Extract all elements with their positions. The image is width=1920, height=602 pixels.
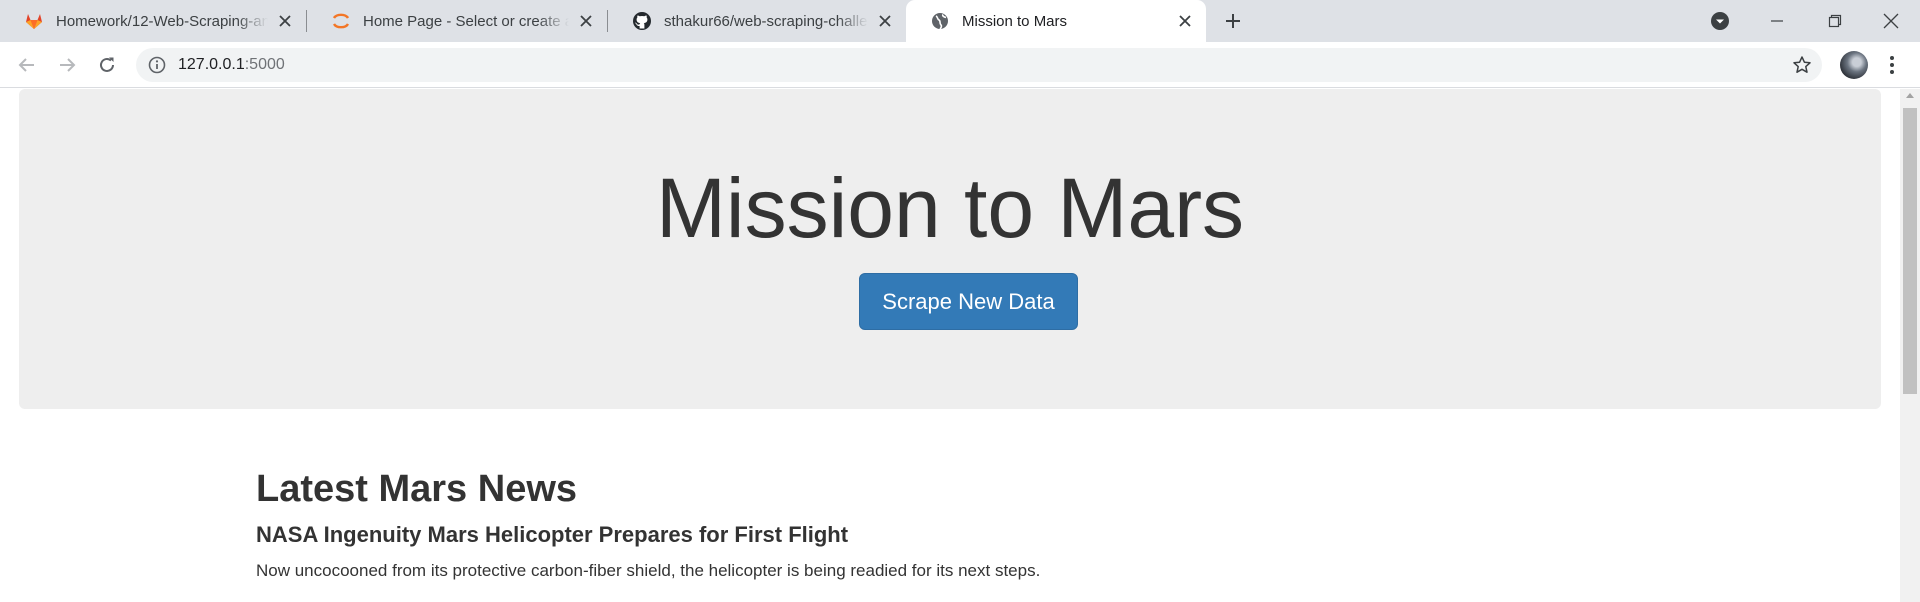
url-host: 127.0.0.1 [178, 56, 245, 73]
news-section-title: Latest Mars News [256, 468, 578, 510]
close-icon[interactable] [874, 10, 896, 32]
scrollbar-thumb[interactable] [1903, 108, 1917, 394]
github-icon [632, 11, 652, 31]
restore-icon [1828, 14, 1842, 28]
reload-button[interactable] [92, 50, 122, 80]
arrow-left-icon [18, 58, 34, 72]
scroll-up-arrow[interactable] [1906, 93, 1914, 98]
menu-button[interactable] [1882, 52, 1902, 78]
browser-tab-strip: Homework/12-Web-Scraping-and-Document-Da… [0, 0, 1920, 42]
close-icon [1883, 13, 1899, 29]
star-icon[interactable] [1792, 55, 1812, 75]
arrow-right-icon [60, 58, 76, 72]
avatar[interactable] [1840, 51, 1868, 79]
tab-gitlab[interactable]: Homework/12-Web-Scraping-and-Document-Da… [0, 0, 306, 42]
chevron-down-icon [1711, 12, 1729, 30]
tab-github[interactable]: sthakur66/web-scraping-challenge [608, 0, 906, 42]
url-port: :5000 [244, 56, 285, 73]
browser-toolbar: 127.0.0.1:5000 [0, 42, 1920, 88]
jumbotron: Mission to Mars Scrape New Data [19, 89, 1881, 409]
close-icon[interactable] [274, 10, 296, 32]
close-icon[interactable] [1174, 10, 1196, 32]
news-section: Latest Mars News NASA Ingenuity Mars Hel… [256, 468, 1656, 581]
url-text: 127.0.0.1:5000 [178, 56, 285, 74]
minimize-icon [1771, 20, 1783, 22]
info-icon[interactable] [148, 56, 166, 74]
page-viewport: Mission to Mars Scrape New Data Latest M… [0, 89, 1900, 602]
jupyter-icon [331, 11, 351, 31]
reload-icon [100, 57, 114, 72]
close-icon[interactable] [575, 10, 597, 32]
more-vert-icon [1890, 56, 1894, 74]
tab-jupyter[interactable]: Home Page - Select or create a notebook [307, 0, 607, 42]
address-bar[interactable]: 127.0.0.1:5000 [136, 48, 1822, 82]
new-tab-button[interactable] [1218, 7, 1248, 35]
tab-title: sthakur66/web-scraping-challenge [664, 12, 868, 30]
forward-button[interactable] [52, 50, 82, 80]
back-button[interactable] [12, 50, 42, 80]
scrape-new-data-button[interactable]: Scrape New Data [859, 273, 1078, 330]
news-teaser: Now uncocooned from its protective carbo… [256, 560, 1041, 580]
tab-search-button[interactable] [1709, 10, 1731, 32]
tab-mission-to-mars[interactable]: Mission to Mars [906, 0, 1206, 42]
plus-icon [1226, 14, 1240, 28]
vertical-scrollbar[interactable] [1900, 89, 1920, 602]
tab-title: Homework/12-Web-Scraping-and-Document-Da… [56, 12, 268, 30]
restore-button[interactable] [1810, 0, 1860, 42]
gitlab-icon [24, 11, 44, 31]
tab-title: Home Page - Select or create a notebook [363, 12, 569, 30]
news-headline: NASA Ingenuity Mars Helicopter Prepares … [256, 521, 849, 547]
globe-icon [930, 11, 950, 31]
tab-title: Mission to Mars [962, 12, 1068, 30]
minimize-button[interactable] [1752, 0, 1802, 42]
window-close-button[interactable] [1866, 0, 1916, 42]
page-title: Mission to Mars [655, 161, 1245, 255]
